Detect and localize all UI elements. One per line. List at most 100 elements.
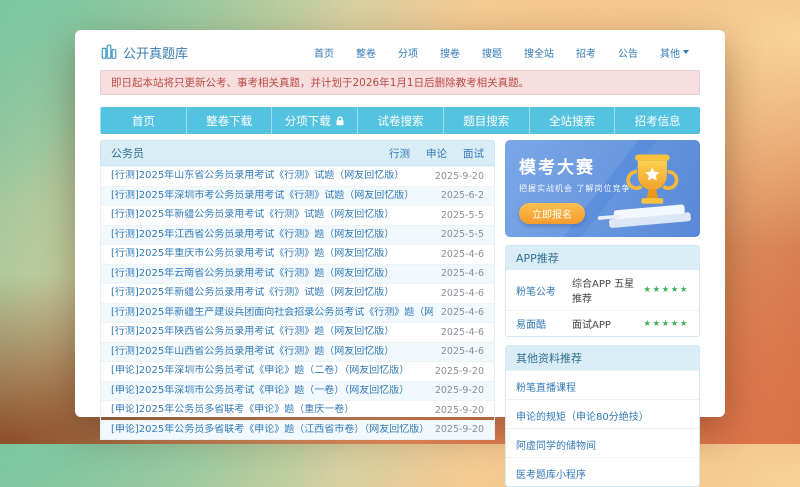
top-nav-link[interactable]: 首页 [303, 45, 345, 60]
signup-button[interactable]: 立即报名 [519, 203, 585, 224]
top-nav-link[interactable]: 搜卷 [429, 45, 471, 60]
exam-row[interactable]: [行测]2025年陕西省公务员录用考试《行测》题（网友回忆版） 2025-4-6 [101, 322, 494, 342]
exam-link[interactable]: [行测]2025年江西省公务员录用考试《行测》题（网友回忆版） [111, 229, 433, 242]
exam-date: 2025-4-6 [440, 307, 484, 319]
main-nav-item[interactable]: 招考信息 [614, 107, 700, 134]
app-link[interactable]: 粉笔公考 [516, 283, 572, 298]
site-card: 公开真题库 首页 整卷 分项 搜卷 搜题 搜全站 招考 公告 其他 即日起本站将… [75, 30, 725, 487]
exam-date: 2025-9-20 [434, 404, 484, 416]
top-nav-label: 搜卷 [440, 48, 460, 60]
exam-row[interactable]: [申论]2025年深圳市公务员考试《申论》题（一卷）（网友回忆版） 2025-9… [101, 380, 494, 400]
exam-link[interactable]: [行测]2025年新疆生产建设兵团面向社会招录公务员考试《行测》题（网友回忆版） [111, 307, 433, 320]
app-row: 易面酷 面试APP ★★★★★ [506, 310, 699, 336]
top-nav-label: 公告 [618, 48, 638, 60]
top-nav-link[interactable]: 搜全站 [513, 45, 565, 60]
exam-row[interactable]: [行测]2025年云南省公务员录用考试《行测》题（网友回忆版） 2025-4-6 [101, 263, 494, 283]
exam-row[interactable]: [行测]2025年江西省公务员录用考试《行测》题（网友回忆版） 2025-5-5 [101, 224, 494, 244]
exam-date: 2025-5-5 [440, 209, 484, 221]
exam-date: 2025-9-20 [434, 365, 484, 377]
top-nav-link[interactable]: 其他 [649, 45, 700, 60]
exam-link[interactable]: [行测]2025年云南省公务员录用考试《行测》题（网友回忆版） [111, 268, 433, 281]
app-row: 粉笔公考 综合APP 五星推荐 ★★★★★ [506, 270, 699, 310]
exam-link[interactable]: [行测]2025年重庆市公务员录用考试《行测》题（网友回忆版） [111, 248, 433, 261]
logo-text: 公开真题库 [123, 46, 189, 62]
exam-row[interactable]: [行测]2025年山西省公务员录用考试《行测》题（网友回忆版） 2025-4-6 [101, 341, 494, 361]
exam-row[interactable]: [申论]2025年深圳市公务员考试《申论》题（二卷）（网友回忆版） 2025-9… [101, 361, 494, 381]
main-nav-item[interactable]: 首页 [100, 107, 186, 134]
exam-row[interactable]: [行测]2025年新疆公务员录用考试《行测》试题（网友回忆版） 2025-4-6 [101, 283, 494, 303]
exam-panel-heading: 公务员 行测 申论 面试 [100, 140, 495, 166]
exam-link[interactable]: [行测]2025年新疆公务员录用考试《行测》试题（网友回忆版） [111, 287, 433, 300]
top-nav-link[interactable]: 招考 [565, 45, 607, 60]
exam-date: 2025-9-20 [434, 385, 484, 397]
top-nav-label: 整卷 [356, 48, 376, 60]
other-row: 申论的规矩（申论80分绝技） [506, 399, 699, 428]
main-nav-item[interactable]: 题目搜索 [442, 107, 529, 134]
chevron-down-icon [683, 50, 689, 54]
exam-link[interactable]: [行测]2025年新疆公务员录用考试《行测》试题（网友回忆版） [111, 209, 433, 222]
main-nav-item[interactable]: 全站搜索 [528, 107, 615, 134]
exam-date: 2025-9-20 [434, 424, 484, 436]
other-resource-link[interactable]: 申论的规矩（申论80分绝技） [516, 412, 649, 423]
main-nav-item[interactable]: 试卷搜索 [357, 107, 443, 134]
exam-row[interactable]: [行测]2025年重庆市公务员录用考试《行测》题（网友回忆版） 2025-4-6 [101, 244, 494, 264]
main-nav-item[interactable]: 整卷下载 [185, 107, 272, 134]
main-nav-label: 全站搜索 [548, 113, 595, 128]
exam-link[interactable]: [行测]2025年山东省公务员录用考试《行测》试题（网友回忆版） [111, 170, 427, 183]
site-notice: 即日起本站将只更新公考、事考相关真题，并计划于2026年1月1日后删除教考相关真… [100, 70, 700, 95]
exam-filter-link[interactable]: 面试 [463, 146, 484, 161]
exam-row[interactable]: [申论]2025年公务员多省联考《申论》题（重庆一卷） 2025-9-20 [101, 400, 494, 420]
content: 公务员 行测 申论 面试 [行测]2025年山东省公务员录用考试《行测》试题（网… [100, 140, 700, 487]
exam-row[interactable]: [行测]2025年深圳市考公务员录用考试《行测》试题（网友回忆版） 2025-6… [101, 185, 494, 205]
exam-link[interactable]: [行测]2025年深圳市考公务员录用考试《行测》试题（网友回忆版） [111, 190, 433, 203]
main-nav-label: 题目搜索 [463, 113, 510, 128]
main-nav-label: 招考信息 [634, 113, 681, 128]
main-nav-item[interactable]: 分项下载 [271, 107, 357, 134]
exam-filters: 行测 申论 面试 [389, 146, 484, 161]
exam-list: [行测]2025年山东省公务员录用考试《行测》试题（网友回忆版） 2025-9-… [100, 166, 495, 440]
logo-books-icon [100, 43, 118, 61]
sidebar: 模考大赛 把握实战机会 了解岗位竞争 立即报名 APP推荐 粉笔公考 综合APP… [505, 140, 700, 487]
app-desc: 综合APP 五星推荐 [572, 279, 635, 305]
top-nav-link[interactable]: 公告 [607, 45, 649, 60]
app-link[interactable]: 易面酷 [516, 316, 572, 331]
exam-filter-link[interactable]: 申论 [426, 146, 447, 161]
other-panel-title: 其他资料推荐 [506, 346, 699, 370]
app-desc: 面试APP [572, 320, 611, 331]
other-resource-link[interactable]: 医考题库小程序 [516, 470, 586, 481]
exam-link[interactable]: [申论]2025年深圳市公务员考试《申论》题（一卷）（网友回忆版） [111, 385, 427, 398]
star-rating-icon: ★★★★★ [643, 318, 689, 329]
exam-date: 2025-6-2 [440, 190, 484, 202]
exam-link[interactable]: [申论]2025年深圳市公务员考试《申论》题（二卷）（网友回忆版） [111, 365, 427, 378]
other-row: 阿虚同学的储物间 [506, 428, 699, 457]
exam-date: 2025-5-5 [440, 229, 484, 241]
top-nav-link[interactable]: 分项 [387, 45, 429, 60]
app-panel: APP推荐 粉笔公考 综合APP 五星推荐 ★★★★★ 易面酷 面试APP ★★… [505, 245, 700, 337]
top-nav-link[interactable]: 搜题 [471, 45, 513, 60]
exam-row[interactable]: [申论]2025年公务员多省联考《申论》题（江西省市卷）（网友回忆版） 2025… [101, 419, 494, 439]
other-row: 医考题库小程序 [506, 457, 699, 486]
exam-link[interactable]: [申论]2025年公务员多省联考《申论》题（重庆一卷） [111, 404, 427, 417]
other-resource-link[interactable]: 粉笔直播课程 [516, 383, 576, 394]
exam-link[interactable]: [行测]2025年山西省公务员录用考试《行测》题（网友回忆版） [111, 346, 433, 359]
top-nav: 首页 整卷 分项 搜卷 搜题 搜全站 招考 公告 其他 [303, 45, 700, 60]
exam-date: 2025-4-6 [440, 326, 484, 338]
app-rows: 粉笔公考 综合APP 五星推荐 ★★★★★ 易面酷 面试APP ★★★★★ [506, 270, 699, 336]
top-nav-label: 搜题 [482, 48, 502, 60]
main-nav-label: 整卷下载 [206, 113, 253, 128]
site-logo[interactable]: 公开真题库 [100, 43, 188, 62]
exam-row[interactable]: [行测]2025年山东省公务员录用考试《行测》试题（网友回忆版） 2025-9-… [101, 166, 494, 186]
exam-link[interactable]: [申论]2025年公务员多省联考《申论》题（江西省市卷）（网友回忆版） [111, 424, 427, 437]
exam-link[interactable]: [行测]2025年陕西省公务员录用考试《行测》题（网友回忆版） [111, 326, 433, 339]
top-nav-link[interactable]: 整卷 [345, 45, 387, 60]
top-nav-label: 招考 [576, 48, 596, 60]
top-nav-label: 其他 [660, 48, 680, 60]
exam-row[interactable]: [行测]2025年新疆生产建设兵团面向社会招录公务员考试《行测》题（网友回忆版）… [101, 302, 494, 322]
other-resource-link[interactable]: 阿虚同学的储物间 [516, 441, 596, 452]
exam-filter-link[interactable]: 行测 [389, 146, 410, 161]
other-row: 粉笔直播课程 [506, 370, 699, 399]
top-nav-label: 搜全站 [524, 48, 554, 60]
other-panel: 其他资料推荐 粉笔直播课程 申论的规矩（申论80分绝技） 阿虚同学的储物间 医考… [505, 345, 700, 487]
exam-row[interactable]: [行测]2025年新疆公务员录用考试《行测》试题（网友回忆版） 2025-5-5 [101, 205, 494, 225]
mock-exam-banner[interactable]: 模考大赛 把握实战机会 了解岗位竞争 立即报名 [505, 140, 700, 237]
